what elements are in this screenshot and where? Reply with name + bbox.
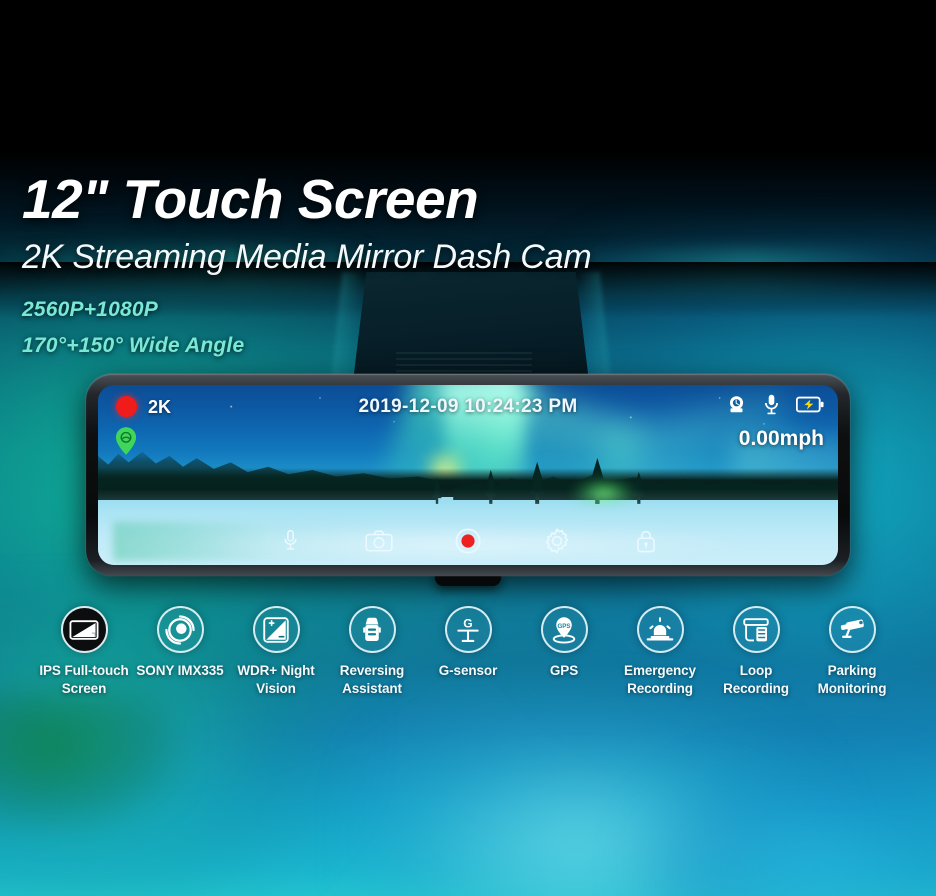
page-subtitle: 2K Streaming Media Mirror Dash Cam xyxy=(22,238,592,276)
feature-item-wdr-night-vision[interactable]: WDR+ Night Vision xyxy=(228,606,324,698)
record-dot-icon xyxy=(116,396,137,417)
timestamp: 2019-12-09 10:24:23 PM xyxy=(358,396,578,417)
reversing-car-icon xyxy=(348,606,396,653)
emergency-siren-icon xyxy=(636,606,684,653)
feature-item-reversing-assistant[interactable]: Reversing Assistant xyxy=(324,606,420,698)
feature-item-ips-screen[interactable]: IPS Full-touch Screen xyxy=(36,606,132,698)
microphone-icon xyxy=(764,394,779,420)
ips-screen-icon xyxy=(60,606,108,653)
gps-pin-icon xyxy=(115,427,137,455)
feature-label: SONY IMX335 xyxy=(136,663,224,678)
settings-gear-icon[interactable] xyxy=(543,527,571,555)
dashcam-screen[interactable]: 2K 2019-12-09 10:24:23 PM 0.00mph xyxy=(98,385,838,565)
feature-item-gps[interactable]: GPS GPS xyxy=(516,606,612,698)
loop-recording-icon xyxy=(732,606,780,653)
feature-label: Reversing Assistant xyxy=(339,663,405,696)
dashcam-toolbar xyxy=(98,527,838,555)
feature-item-parking-monitoring[interactable]: Parking Monitoring xyxy=(804,606,900,698)
feature-label: GPS xyxy=(549,663,579,678)
feature-item-emergency-recording[interactable]: Emergency Recording xyxy=(612,606,708,698)
camera-icon xyxy=(726,395,747,419)
battery-charging-icon xyxy=(795,396,824,418)
gps-location-icon: GPS xyxy=(540,606,588,653)
status-icon-group xyxy=(726,394,824,420)
spec-resolution: 2560P+1080P xyxy=(22,298,158,321)
feature-label: IPS Full-touch Screen xyxy=(39,663,129,696)
feature-label: Emergency Recording xyxy=(624,663,696,696)
feature-item-g-sensor[interactable]: G G-sensor xyxy=(420,606,516,698)
resolution-badge: 2K xyxy=(148,397,172,417)
svg-text:GPS: GPS xyxy=(557,622,570,629)
speed-readout: 0.00mph xyxy=(738,427,824,450)
microphone-icon[interactable] xyxy=(276,527,304,555)
feature-label: Parking Monitoring xyxy=(817,663,887,696)
g-sensor-icon: G xyxy=(444,606,492,653)
photo-camera-icon[interactable] xyxy=(365,527,393,555)
mirror-dashcam-device: 2K 2019-12-09 10:24:23 PM 0.00mph xyxy=(86,374,850,576)
sensor-lens-icon xyxy=(156,606,204,653)
feature-item-loop-recording[interactable]: Loop Recording xyxy=(708,606,804,698)
spec-wide-angle: 170°+150° Wide Angle xyxy=(22,334,245,357)
feature-label: G-sensor xyxy=(438,663,498,678)
feature-list: IPS Full-touch Screen SONY IMX335 WDR+ N… xyxy=(0,606,936,698)
record-button-icon[interactable] xyxy=(454,527,482,555)
wdr-contrast-icon xyxy=(252,606,300,653)
lock-icon[interactable] xyxy=(632,527,660,555)
feature-label: WDR+ Night Vision xyxy=(237,663,315,696)
promo-banner: 12" Touch Screen 2K Streaming Media Mirr… xyxy=(0,0,936,896)
feature-item-sony-sensor[interactable]: SONY IMX335 xyxy=(132,606,228,698)
background-glow-right-low xyxy=(636,760,936,896)
feature-label: Loop Recording xyxy=(723,663,789,696)
background-glow-green-corner xyxy=(0,690,180,830)
svg-text:G: G xyxy=(463,616,472,630)
page-title: 12" Touch Screen xyxy=(22,168,479,230)
parking-cctv-icon xyxy=(828,606,876,653)
